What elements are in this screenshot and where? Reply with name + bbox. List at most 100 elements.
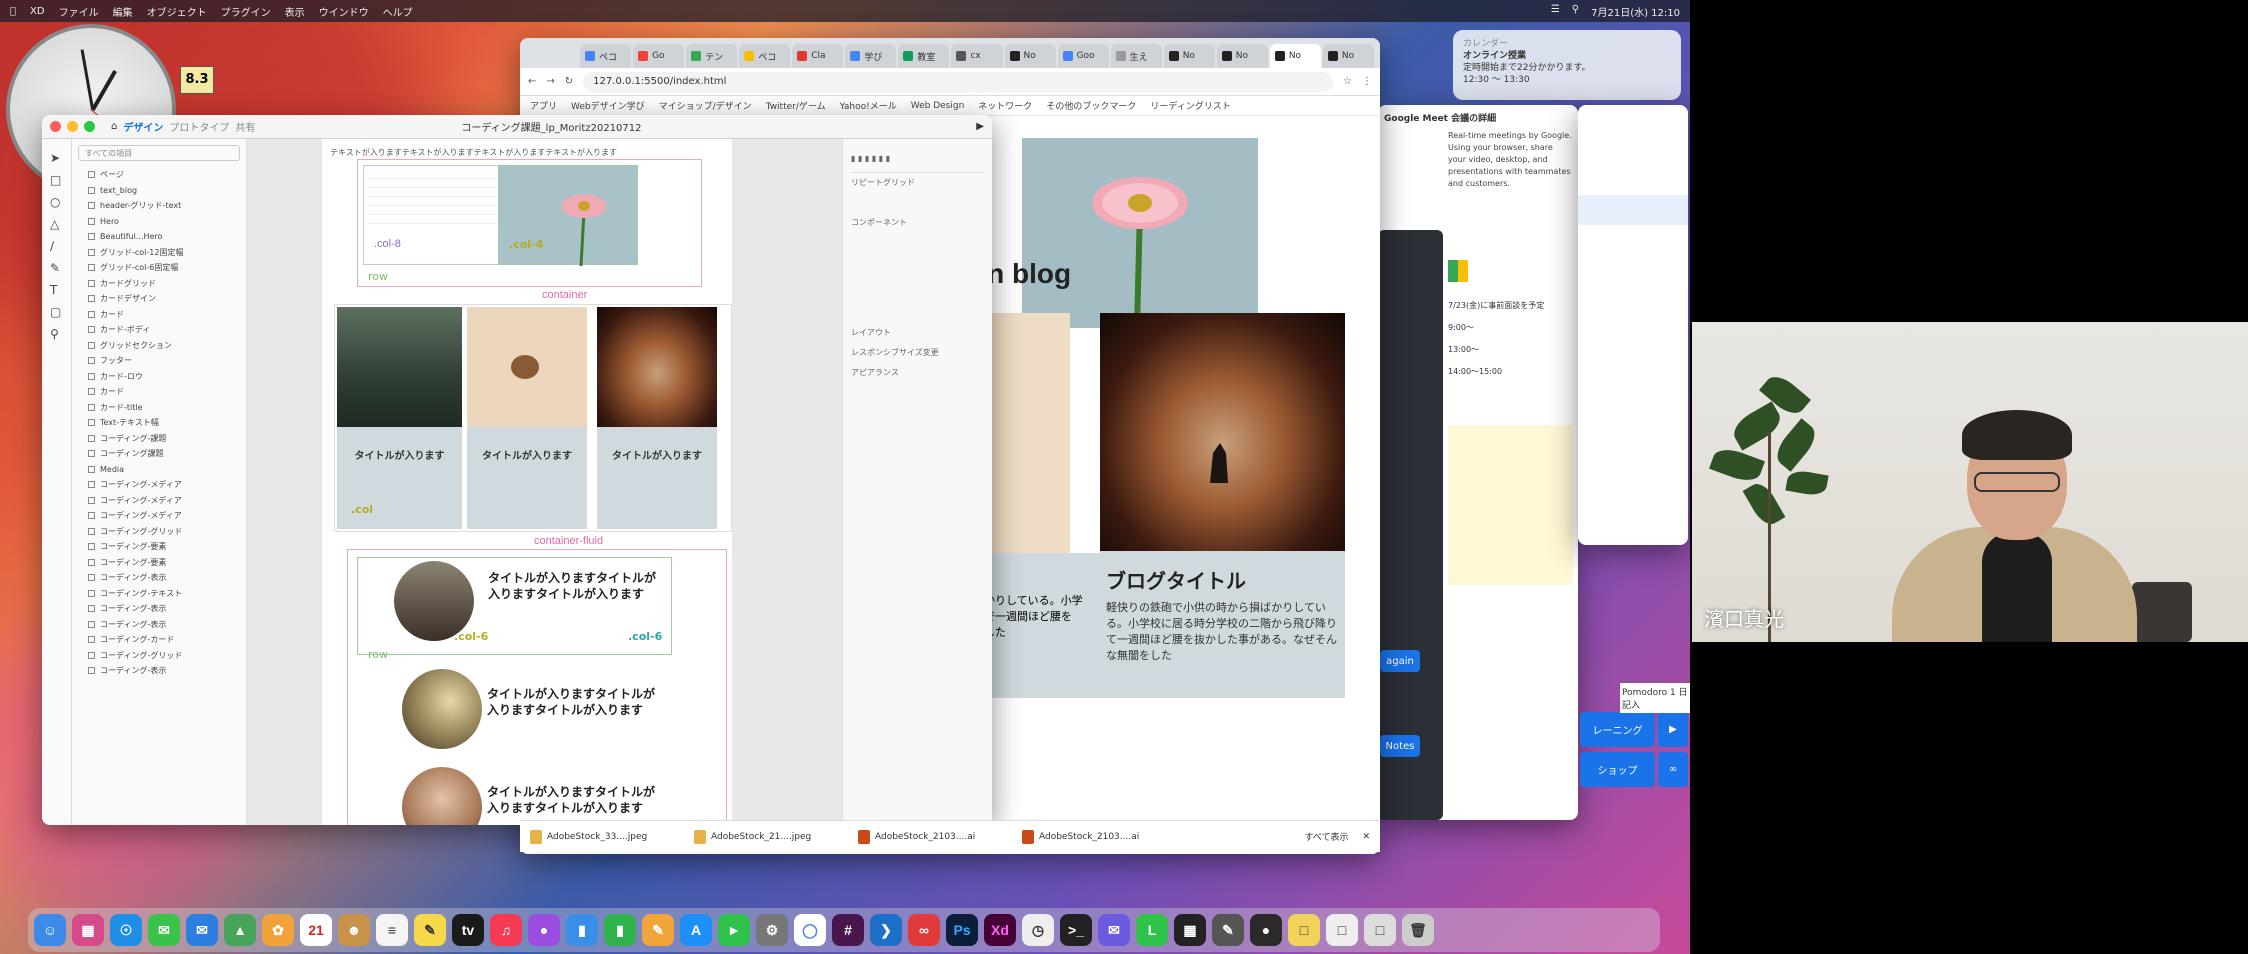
link-icon[interactable]: ∞ (1658, 752, 1688, 787)
star-icon[interactable]: ☆ (1343, 76, 1352, 87)
layer-item[interactable]: グリッド-col-6固定幅 (72, 260, 246, 276)
keynote-icon[interactable]: ▮ (566, 914, 598, 946)
layer-item[interactable]: Text-テキスト幅 (72, 415, 246, 431)
line-icon[interactable]: L (1136, 914, 1168, 946)
mail-icon[interactable]: ✉ (186, 914, 218, 946)
again-button[interactable]: again (1380, 650, 1420, 672)
browser-tab[interactable]: 学び (845, 44, 897, 68)
bookmark-item[interactable]: その他のブックマーク (1046, 99, 1136, 112)
forward-icon[interactable]: → (546, 76, 554, 87)
browser-tab[interactable]: No (1004, 44, 1056, 68)
xd-card[interactable]: タイトルが入ります .col (337, 307, 462, 529)
layer-item[interactable]: text_blog (72, 183, 246, 199)
apple-icon[interactable]:  (10, 6, 16, 17)
zoom-tool-icon[interactable]: ⚲ (50, 323, 63, 345)
home-icon[interactable]: ⌂ (111, 121, 117, 132)
xd-tab-design[interactable]: デザイン (123, 119, 163, 134)
repeat-grid-button[interactable]: リピートグリッド (851, 173, 984, 193)
bookmark-item[interactable]: Twitter/ゲーム (766, 99, 826, 112)
close-icon[interactable]: ✕ (1362, 832, 1370, 842)
text-tool-icon[interactable]: T (50, 279, 63, 301)
play-icon[interactable]: ▶ (976, 121, 984, 132)
browser-tab[interactable]: 教室 (898, 44, 950, 68)
pages-icon[interactable]: ✎ (642, 914, 674, 946)
layer-item[interactable]: コーディング-メディア (72, 508, 246, 524)
browser-tab[interactable]: No (1163, 44, 1215, 68)
maps-icon[interactable]: ▲ (224, 914, 256, 946)
layer-item[interactable]: Media (72, 462, 246, 478)
bookmark-item[interactable]: Web Design (911, 101, 965, 111)
creative-cloud-icon[interactable]: ∞ (908, 914, 940, 946)
reload-icon[interactable]: ↻ (565, 76, 573, 87)
xd-tab-prototype[interactable]: プロトタイプ (169, 119, 229, 134)
download-item[interactable]: AdobeStock_33....jpeg (530, 829, 680, 844)
search-icon[interactable]: ⚲ (1572, 4, 1579, 19)
menu-app[interactable]: XD (30, 6, 45, 17)
menu-view[interactable]: 表示 (285, 4, 305, 19)
browser-tab[interactable]: cx (951, 44, 1003, 68)
messenger-icon[interactable]: ✉ (1098, 914, 1130, 946)
layer-item[interactable]: コーディング課題 (72, 446, 246, 462)
browser-tab[interactable]: Goo (1057, 44, 1109, 68)
messages-icon[interactable]: ✉ (148, 914, 180, 946)
layer-item[interactable]: カードデザイン (72, 291, 246, 307)
layer-item[interactable]: コーディング-グリッド (72, 648, 246, 664)
maximize-window-button[interactable] (84, 121, 95, 132)
calendar-notification[interactable]: カレンダー オンライン授業 定時開始まで22分かかります。 12:30 〜 13… (1453, 30, 1681, 100)
layer-item[interactable]: カード (72, 384, 246, 400)
browser-tab[interactable]: 生え (1110, 44, 1162, 68)
menu-object[interactable]: オブジェクト (147, 4, 207, 19)
notes-button[interactable]: Notes (1380, 735, 1420, 757)
layer-item[interactable]: カード-ボディ (72, 322, 246, 338)
bookmark-item[interactable]: リーディングリスト (1150, 99, 1230, 112)
blog-card[interactable]: ブログタイトル 軽快りの鉄砲で小供の時から損ばかりしている。小学校に居る時分学校… (1100, 313, 1345, 698)
select-tool-icon[interactable]: ➤ (50, 147, 63, 169)
app-icon[interactable]: ▦ (1174, 914, 1206, 946)
url-input[interactable]: 127.0.0.1:5500/index.html (583, 71, 1334, 92)
menu-dots-icon[interactable]: ⋮ (1362, 76, 1372, 87)
launchpad-icon[interactable]: ▦ (72, 914, 104, 946)
menu-plugins[interactable]: プラグイン (221, 4, 271, 19)
shop-button[interactable]: ショップ (1580, 752, 1655, 787)
notes-icon[interactable]: ✎ (414, 914, 446, 946)
layer-item[interactable]: カード-title (72, 400, 246, 416)
download-item[interactable]: AdobeStock_2103....ai (858, 829, 1008, 844)
browser-tab[interactable]: Cla (792, 44, 844, 68)
photos-icon[interactable]: ✿ (262, 914, 294, 946)
browser-tab[interactable]: Go (633, 44, 685, 68)
youtube-icon[interactable]: ▶ (1658, 712, 1688, 747)
layer-item[interactable]: Beautiful...Hero (72, 229, 246, 245)
document-icon[interactable]: □ (1326, 914, 1358, 946)
bookmark-item[interactable]: Webデザイン学び (571, 99, 645, 112)
layer-item[interactable]: ページ (72, 167, 246, 183)
menu-window[interactable]: ウインドウ (319, 4, 369, 19)
menu-edit[interactable]: 編集 (113, 4, 133, 19)
artboard[interactable]: テキストが入りますテキストが入りますテキストが入りますテキストが入ります .co… (322, 139, 732, 825)
xd-card[interactable]: タイトルが入ります (597, 307, 717, 529)
app-store-icon[interactable]: A (680, 914, 712, 946)
bookmark-item[interactable]: マイショップ/デザイン (659, 99, 752, 112)
xd-icon[interactable]: Xd (984, 914, 1016, 946)
settings-icon[interactable]: ⚙ (756, 914, 788, 946)
layer-item[interactable]: コーディング-表示 (72, 617, 246, 633)
contacts-icon[interactable]: ☻ (338, 914, 370, 946)
bookmark-item[interactable]: ネットワーク (978, 99, 1032, 112)
download-item[interactable]: AdobeStock_21....jpeg (694, 829, 844, 844)
tv-icon[interactable]: tv (452, 914, 484, 946)
layer-item[interactable]: カード-ロウ (72, 369, 246, 385)
chrome-icon[interactable]: ◯ (794, 914, 826, 946)
browser-tab[interactable]: No (1216, 44, 1268, 68)
training-button[interactable]: レーニング (1580, 712, 1655, 747)
vscode-icon[interactable]: ❯ (870, 914, 902, 946)
download-item[interactable]: AdobeStock_2103....ai (1022, 829, 1172, 844)
menubar-clock[interactable]: 7月21日(水) 12:10 (1591, 4, 1680, 19)
menu-file[interactable]: ファイル (59, 4, 99, 19)
layer-item[interactable]: コーディング-グリッド (72, 524, 246, 540)
trash-icon[interactable]: 🗑 (1402, 914, 1434, 946)
photoshop-icon[interactable]: Ps (946, 914, 978, 946)
folder-icon[interactable]: □ (1288, 914, 1320, 946)
clock-icon[interactable]: ◷ (1022, 914, 1054, 946)
responsive-toggle[interactable]: レスポンシブサイズ変更 (851, 343, 984, 363)
blog-card-left[interactable]: かりしている。小学 で一週間ほど腰を した (980, 313, 1100, 698)
layer-item[interactable]: Hero (72, 214, 246, 230)
